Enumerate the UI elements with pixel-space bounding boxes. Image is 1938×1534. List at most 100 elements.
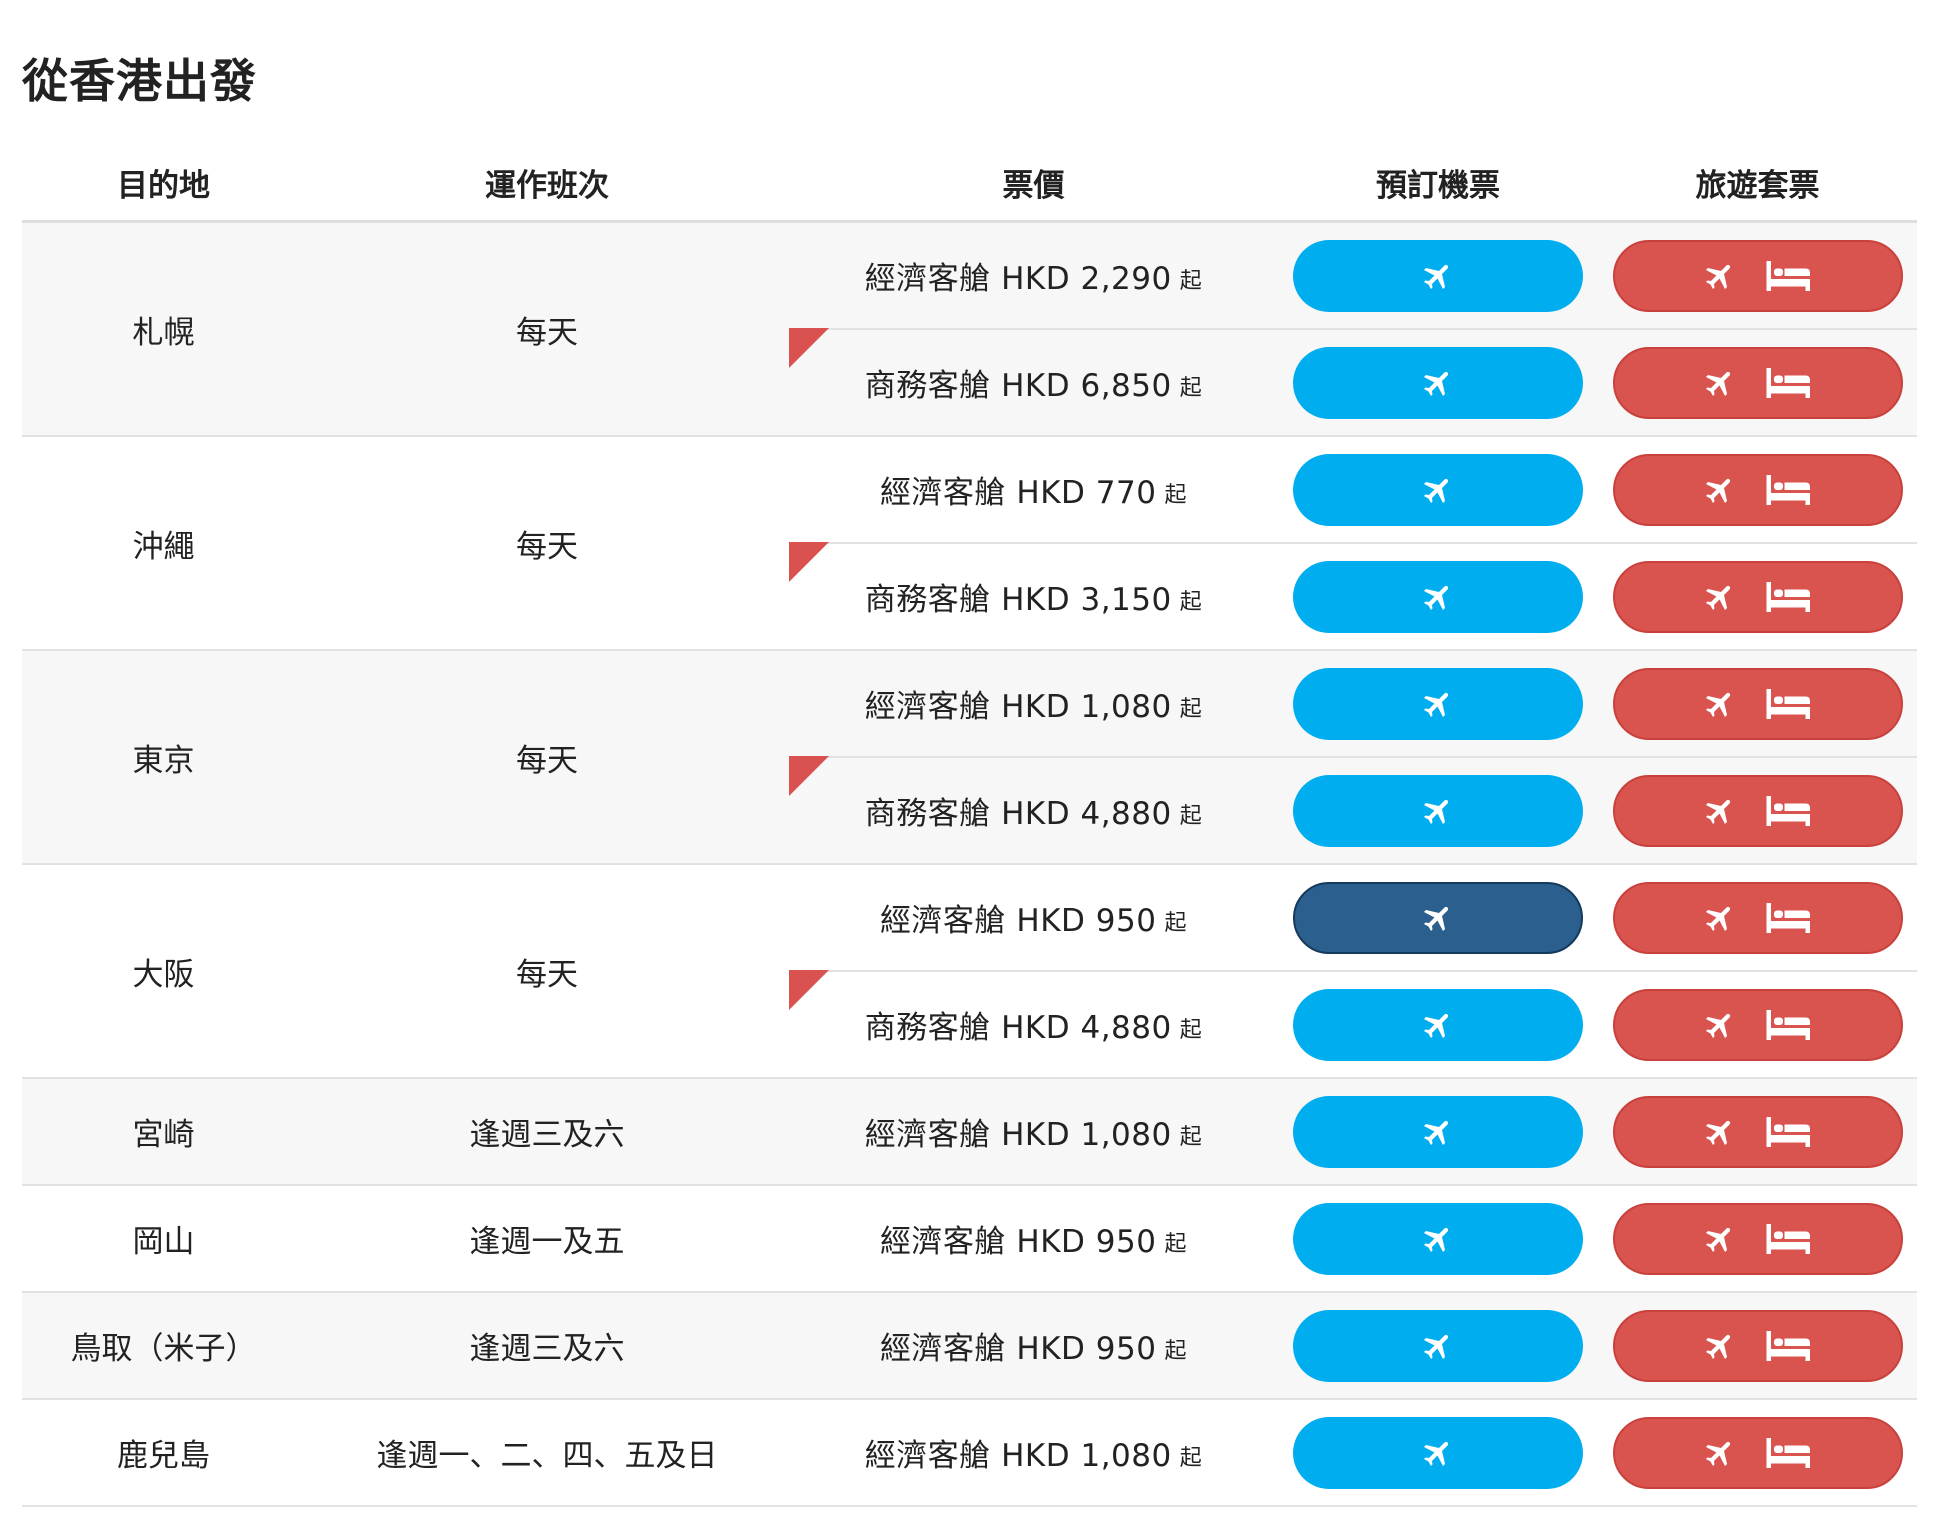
book-package-button[interactable] [1612,1416,1903,1489]
fare-label: 經濟客艙 HKD 1,080 [864,689,1172,725]
bed-icon [1765,794,1813,828]
book-package-button[interactable] [1612,560,1903,633]
book-flight-button[interactable] [1293,560,1583,633]
book-flight-button[interactable] [1293,239,1583,312]
book-package-button[interactable] [1612,774,1903,847]
price-suffix: 起 [1179,1017,1203,1043]
book-package-button[interactable] [1612,988,1903,1061]
book-package-button[interactable] [1612,239,1903,312]
fare-rows: 經濟客艙 HKD 1,080 起 [789,1400,1917,1505]
book-flight-button[interactable] [1293,881,1583,954]
book-flight-button[interactable] [1293,346,1583,419]
book-flight-button[interactable] [1293,667,1583,740]
plane-icon [1421,366,1455,400]
package-cell [1598,330,1917,435]
bed-icon [1765,473,1813,507]
fare-cell: 商務客艙 HKD 4,880 起 [789,970,1278,1077]
fare-label: 經濟客艙 HKD 770 [880,475,1157,511]
fare-rows: 經濟客艙 HKD 770 起 商務客艙 HKD 3,150 起 [789,437,1917,649]
book-flight-cell [1278,972,1598,1077]
book-flight-button[interactable] [1293,1309,1583,1382]
price-suffix: 起 [1179,589,1203,615]
fare-cell: 經濟客艙 HKD 770 起 [789,437,1278,542]
price-suffix: 起 [1164,1231,1187,1257]
fare-cell: 商務客艙 HKD 3,150 起 [789,542,1278,649]
plane-icon [1703,1222,1737,1256]
fare-row: 經濟客艙 HKD 950 起 [789,1293,1917,1398]
book-package-button[interactable] [1612,346,1903,419]
book-flight-cell [1278,758,1598,863]
plane-icon [1703,1008,1737,1042]
bed-icon [1765,1329,1813,1363]
book-package-button[interactable] [1612,453,1903,526]
book-package-button[interactable] [1612,881,1903,954]
fare-label: 經濟客艙 HKD 950 [880,1331,1157,1367]
route-row: 東京 每天 經濟客艙 HKD 1,080 起 商務客艙 HKD 4,880 起 [22,651,1917,865]
fare-row: 商務客艙 HKD 4,880 起 [789,756,1917,863]
book-package-button[interactable] [1612,1095,1903,1168]
book-flight-button[interactable] [1293,1416,1583,1489]
fare-cell: 經濟客艙 HKD 1,080 起 [789,651,1278,756]
book-flight-button[interactable] [1293,774,1583,847]
fare-cell: 商務客艙 HKD 4,880 起 [789,756,1278,863]
fare-label: 商務客艙 HKD 3,150 [864,582,1172,618]
route-row: 沖繩 每天 經濟客艙 HKD 770 起 商務客艙 HKD 3,150 起 [22,437,1917,651]
plane-icon [1703,473,1737,507]
plane-icon [1703,1115,1737,1149]
book-flight-cell [1278,865,1598,970]
fare-cell: 經濟客艙 HKD 1,080 起 [789,1400,1278,1505]
frequency-cell: 逢週一、二、四、五及日 [376,1438,718,1474]
plane-icon [1421,580,1455,614]
plane-icon [1421,687,1455,721]
book-flight-cell [1278,223,1598,328]
price-suffix: 起 [1179,375,1203,401]
fare-cell: 經濟客艙 HKD 950 起 [789,1293,1278,1398]
book-package-button[interactable] [1612,1202,1903,1275]
package-cell [1598,1079,1917,1184]
fare-rows: 經濟客艙 HKD 1,080 起 [789,1079,1917,1184]
fare-rows: 經濟客艙 HKD 950 起 [789,1293,1917,1398]
header-destination: 目的地 [117,167,210,204]
plane-icon [1703,794,1737,828]
book-flight-button[interactable] [1293,453,1583,526]
fare-row: 商務客艙 HKD 6,850 起 [789,328,1917,435]
plane-icon [1421,1008,1455,1042]
book-package-button[interactable] [1612,667,1903,740]
header-book-flight: 預訂機票 [1376,167,1500,204]
destination-cell: 札幌 [132,314,195,351]
plane-icon [1703,1329,1737,1363]
price-suffix: 起 [1164,482,1187,508]
fare-label: 經濟客艙 HKD 1,080 [864,1438,1172,1474]
fare-row: 經濟客艙 HKD 950 起 [789,865,1917,970]
corner-flag-icon [789,756,829,796]
fare-label: 經濟客艙 HKD 950 [880,1224,1157,1260]
book-package-button[interactable] [1612,1309,1903,1382]
destination-cell: 岡山 [132,1224,195,1260]
frequency-cell: 逢週三及六 [469,1331,625,1367]
package-cell [1598,223,1917,328]
plane-icon [1421,901,1455,935]
book-flight-button[interactable] [1293,1202,1583,1275]
book-flight-button[interactable] [1293,1095,1583,1168]
package-cell [1598,865,1917,970]
route-row: 鹿兒島 逢週一、二、四、五及日 經濟客艙 HKD 1,080 起 [22,1400,1917,1507]
fare-cell: 經濟客艙 HKD 950 起 [789,1186,1278,1291]
book-flight-button[interactable] [1293,988,1583,1061]
book-flight-cell [1278,1079,1598,1184]
fare-rows: 經濟客艙 HKD 950 起 商務客艙 HKD 4,880 起 [789,865,1917,1077]
route-row: 大阪 每天 經濟客艙 HKD 950 起 商務客艙 HKD 4,880 起 [22,865,1917,1079]
header-frequency: 運作班次 [485,167,609,204]
destination-cell: 東京 [132,742,195,779]
plane-icon [1703,366,1737,400]
book-flight-cell [1278,330,1598,435]
fare-cell: 商務客艙 HKD 6,850 起 [789,328,1278,435]
plane-icon [1703,901,1737,935]
price-suffix: 起 [1164,910,1187,936]
package-cell [1598,972,1917,1077]
price-suffix: 起 [1179,696,1203,722]
package-cell [1598,1186,1917,1291]
price-suffix: 起 [1179,268,1203,294]
fare-row: 商務客艙 HKD 3,150 起 [789,542,1917,649]
bed-icon [1765,580,1813,614]
plane-icon [1421,794,1455,828]
